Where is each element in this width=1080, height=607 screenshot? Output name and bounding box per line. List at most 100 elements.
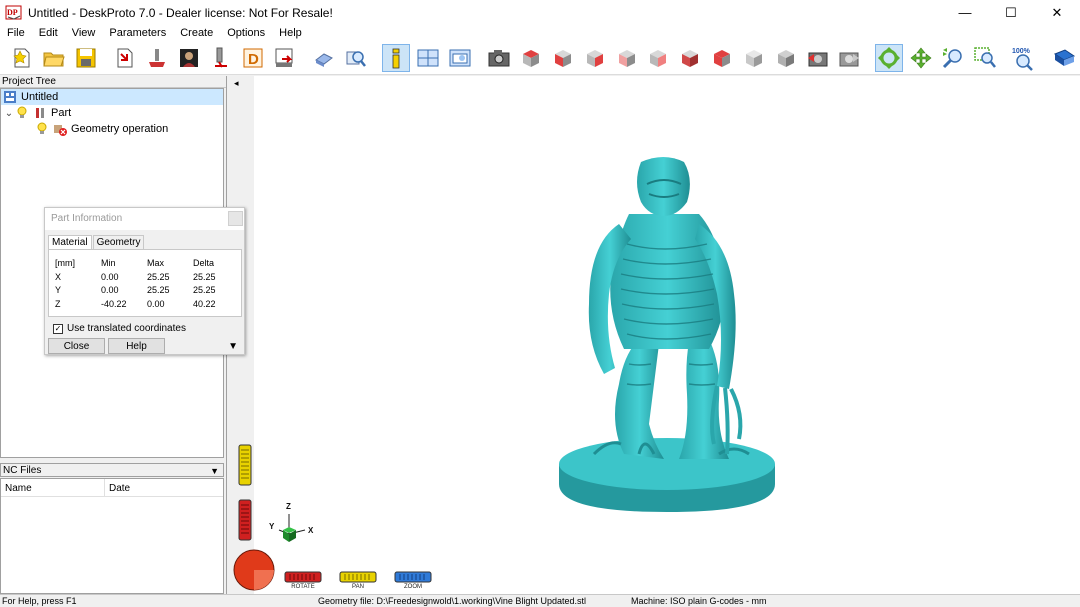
menu-help[interactable]: Help [272, 27, 309, 39]
column-header-name[interactable]: Name [1, 479, 105, 497]
table-header-row: [mm] Min Max Delta [49, 258, 243, 271]
table-row: Z -40.22 0.00 40.22 [55, 299, 216, 309]
rotate-mode-button[interactable] [875, 43, 904, 72]
tree-item-label: Part [51, 107, 72, 119]
lightbulb-icon[interactable] [35, 122, 49, 136]
drawing-d-icon: D [243, 48, 263, 68]
axis-label-z: Z [286, 502, 291, 511]
lightbulb-icon[interactable] [15, 106, 29, 120]
image-import-button[interactable] [175, 44, 203, 72]
next-view-button[interactable] [836, 44, 864, 72]
tree-item-part[interactable]: ⌄ Part [1, 105, 223, 121]
nc-files-header: NC Files ▼ [0, 463, 224, 477]
zoom-wheel-icon[interactable] [394, 571, 432, 583]
cube-solid-icon [777, 49, 794, 67]
menu-parameters[interactable]: Parameters [102, 27, 173, 39]
deskproto-logo-icon: DP [5, 5, 23, 21]
svg-text:100%: 100% [1012, 48, 1031, 55]
window-layout-button[interactable] [414, 44, 442, 72]
pan-label: PAN [352, 584, 364, 590]
rotate-wheel-icon[interactable] [284, 571, 322, 583]
checkbox-checked-icon[interactable]: ✓ [53, 323, 63, 334]
tab-material[interactable]: Material [48, 235, 92, 249]
view-bottom-button[interactable] [676, 44, 704, 72]
view-left-button[interactable] [645, 44, 673, 72]
operation-error-icon [53, 122, 67, 136]
close-button[interactable]: Close [48, 338, 105, 354]
collapse-panel-arrow-icon[interactable]: ◂ [234, 78, 239, 89]
status-machine: Machine: ISO plain G-codes - mm [631, 596, 767, 606]
view-window-button[interactable] [446, 44, 474, 72]
view-solid-button[interactable] [772, 44, 800, 72]
checkbox-label: Use translated coordinates [67, 323, 186, 334]
dialog-close-button[interactable] [228, 211, 243, 226]
minimize-button[interactable]: — [942, 0, 988, 25]
tool-button[interactable] [207, 44, 235, 72]
view-right-button[interactable] [581, 44, 609, 72]
column-header-date[interactable]: Date [105, 479, 223, 497]
help-button[interactable]: Help [108, 338, 165, 354]
menu-options[interactable]: Options [220, 27, 272, 39]
status-help: For Help, press F1 [2, 596, 77, 606]
zoom-mode-button[interactable] [939, 44, 967, 72]
zoom-wheel-vertical-icon[interactable] [238, 444, 252, 486]
axis-label-y: Y [269, 522, 275, 531]
place-part-button[interactable] [143, 44, 171, 72]
camera-previous-icon [807, 52, 828, 66]
view-top-button[interactable] [517, 44, 545, 72]
rotate-dial-icon[interactable] [232, 548, 276, 592]
save-project-button[interactable] [72, 44, 100, 72]
table-row: X 0.00 25.25 25.25 [55, 272, 216, 282]
zoom-100-icon: 100% [1012, 48, 1034, 71]
inspect-button[interactable] [342, 44, 370, 72]
view-iso-button[interactable] [708, 44, 736, 72]
cutter-tool-icon [214, 47, 227, 68]
folder-open-icon [43, 52, 65, 66]
export-icon [275, 48, 293, 67]
main-toolbar: D 100% [0, 41, 1080, 75]
translated-coordinates-checkbox[interactable]: ✓ Use translated coordinates [53, 323, 186, 334]
new-project-button[interactable] [8, 44, 36, 72]
chevron-down-icon[interactable]: ⌄ [3, 108, 15, 119]
snapshot-button[interactable] [485, 44, 513, 72]
view-window-icon [449, 49, 471, 66]
view-grey-button[interactable] [740, 44, 768, 72]
3d-model-figure[interactable] [549, 154, 789, 516]
help-book-button[interactable] [1050, 44, 1078, 72]
tree-item-geometry-operation[interactable]: Geometry operation [1, 121, 223, 137]
menu-create[interactable]: Create [173, 27, 220, 39]
view-front-button[interactable] [549, 44, 577, 72]
zoom-window-icon [973, 46, 996, 68]
open-project-button[interactable] [40, 44, 68, 72]
dropdown-arrow-icon[interactable]: ▼ [210, 465, 219, 478]
tab-geometry[interactable]: Geometry [92, 235, 145, 249]
zoom-100-button[interactable]: 100% [1011, 44, 1039, 72]
maximize-button[interactable]: ☐ [988, 0, 1034, 25]
pan-wheel-icon[interactable] [339, 571, 377, 583]
expand-arrow-icon[interactable]: ▼ [228, 341, 238, 352]
zoom-window-button[interactable] [971, 44, 999, 72]
export-button[interactable] [271, 44, 299, 72]
cube-iso-icon [714, 49, 731, 67]
close-window-button[interactable]: ✕ [1034, 0, 1080, 25]
load-geometry-button[interactable] [111, 44, 139, 72]
new-file-icon [13, 48, 30, 67]
simulation-button[interactable] [310, 44, 338, 72]
axis-label-x: X [308, 526, 314, 535]
part-info-button[interactable] [381, 43, 410, 72]
menu-view[interactable]: View [65, 27, 103, 39]
previous-view-button[interactable] [804, 44, 832, 72]
drawing-operation-button[interactable]: D [239, 44, 267, 72]
part-icon [33, 106, 47, 120]
view-back-button[interactable] [613, 44, 641, 72]
cube-left-icon [650, 49, 667, 67]
menu-edit[interactable]: Edit [32, 27, 65, 39]
magnifier-icon [346, 50, 367, 67]
tree-item-untitled[interactable]: Untitled [1, 89, 223, 105]
svg-text:D: D [248, 51, 259, 68]
cube-back-icon [618, 49, 635, 67]
pan-mode-button[interactable] [907, 44, 935, 72]
menu-file[interactable]: File [0, 27, 32, 39]
rotate-wheel-vertical-icon[interactable] [238, 499, 252, 541]
3d-viewport[interactable]: ◂ Z Y X ROTATE PAN ZOOM [229, 76, 1080, 594]
